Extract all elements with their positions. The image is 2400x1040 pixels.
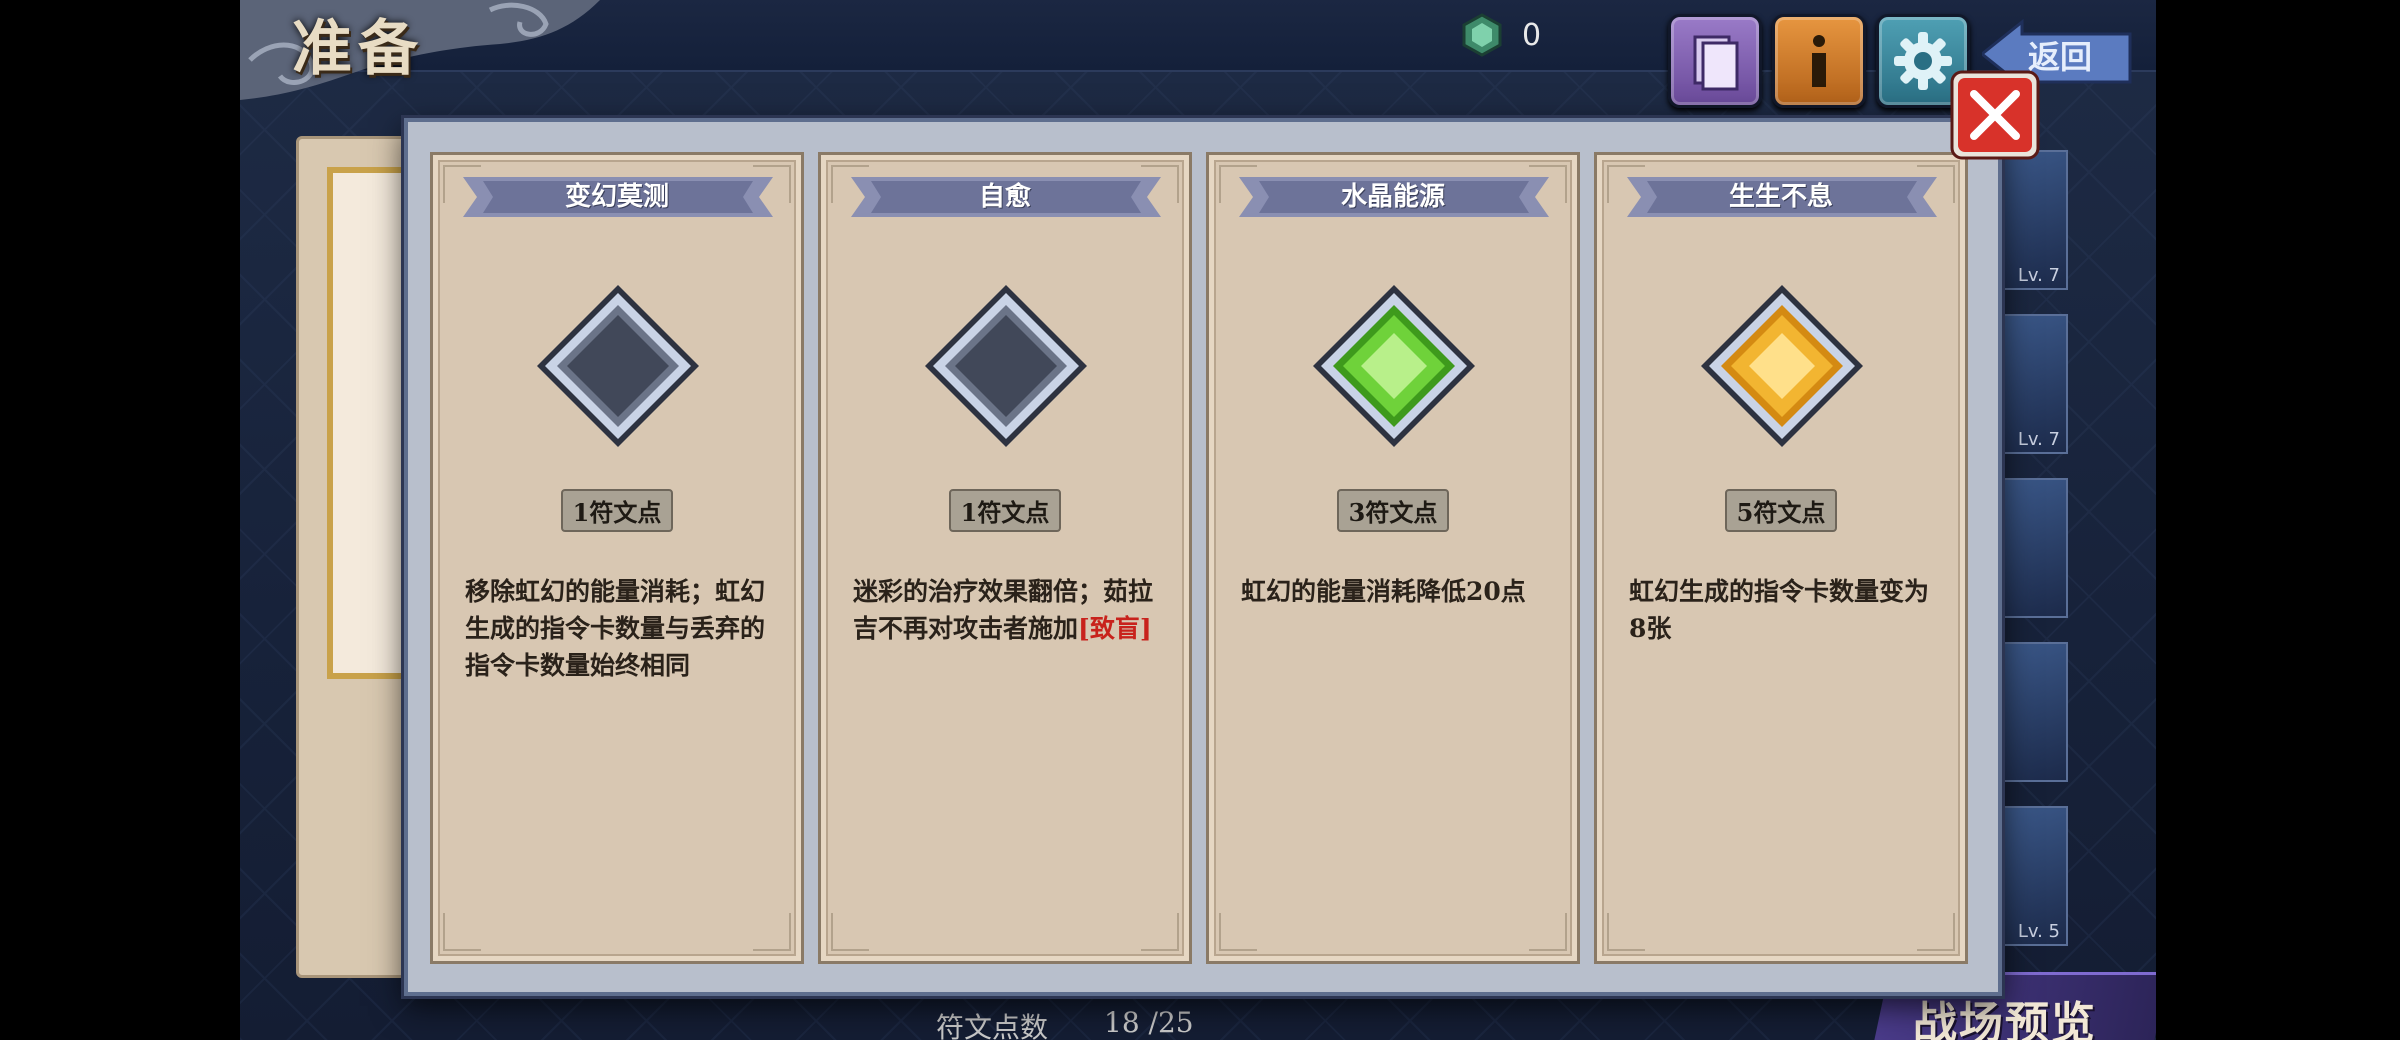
close-icon <box>1950 70 2040 160</box>
book-icon <box>1693 35 1739 91</box>
rune-description: 虹幻的能量消耗降低20点 <box>1241 577 1526 606</box>
rune-cost: 1符文点 <box>560 489 674 532</box>
codex-button[interactable] <box>1668 14 1762 108</box>
rune-modal: 变幻莫测 1符文点 移除虹幻的能量消耗；虹幻生成的指令卡数量与丢弃的指令卡数量始… <box>404 118 2002 996</box>
screen-title: 准备 <box>292 14 424 84</box>
rune-cost: 5符文点 <box>1724 489 1838 532</box>
rune-description: 移除虹幻的能量消耗；虹幻生成的指令卡数量与丢弃的指令卡数量始终相同 <box>465 577 766 680</box>
card-level: Lv. 7 <box>2017 265 2060 286</box>
rune-gem-gold-icon <box>1701 285 1863 447</box>
rune-points-label: 符文点数 <box>936 1011 1049 1040</box>
rune-gem-icon <box>1462 13 1502 57</box>
rune-points-counter: 符文点数 18 /25 <box>936 1006 1194 1040</box>
info-button[interactable] <box>1772 14 1866 108</box>
rune-cost: 1符文点 <box>948 489 1062 532</box>
rune-name: 水晶能源 <box>1340 182 1445 212</box>
rune-card[interactable]: 自愈 1符文点 迷彩的治疗效果翻倍；茹拉吉不再对攻击者施加[致盲] <box>818 152 1192 964</box>
rune-gem-green-icon <box>1313 285 1475 447</box>
rune-card[interactable]: 生生不息 5符文点 虹幻生成的指令卡数量变为8张 <box>1594 152 1968 964</box>
rune-description: 虹幻生成的指令卡数量变为8张 <box>1629 577 1930 643</box>
rune-currency: 0 <box>1460 10 1541 60</box>
card-level: Lv. 7 <box>2017 429 2060 450</box>
card-level: Lv. 5 <box>2017 921 2060 942</box>
gear-icon <box>1894 32 1952 90</box>
rune-description: 迷彩的治疗效果翻倍；茹拉吉不再对攻击者施加[致盲] <box>853 577 1154 643</box>
rune-card[interactable]: 水晶能源 3符文点 虹幻的能量消耗降低20点 <box>1206 152 1580 964</box>
rune-gem-empty-icon <box>925 285 1087 447</box>
close-button[interactable] <box>1950 70 2040 160</box>
keyword-blind: [致盲] <box>1078 614 1152 643</box>
currency-value: 0 <box>1522 17 1542 53</box>
rune-name: 自愈 <box>978 182 1031 212</box>
rune-cost: 3符文点 <box>1336 489 1450 532</box>
rune-name: 变幻莫测 <box>564 182 669 212</box>
rune-card[interactable]: 变幻莫测 1符文点 移除虹幻的能量消耗；虹幻生成的指令卡数量与丢弃的指令卡数量始… <box>430 152 804 964</box>
rune-name: 生生不息 <box>1728 182 1833 212</box>
info-icon <box>1812 35 1826 87</box>
rune-points-value: 18 /25 <box>1104 1006 1194 1039</box>
rune-gem-empty-icon <box>537 285 699 447</box>
